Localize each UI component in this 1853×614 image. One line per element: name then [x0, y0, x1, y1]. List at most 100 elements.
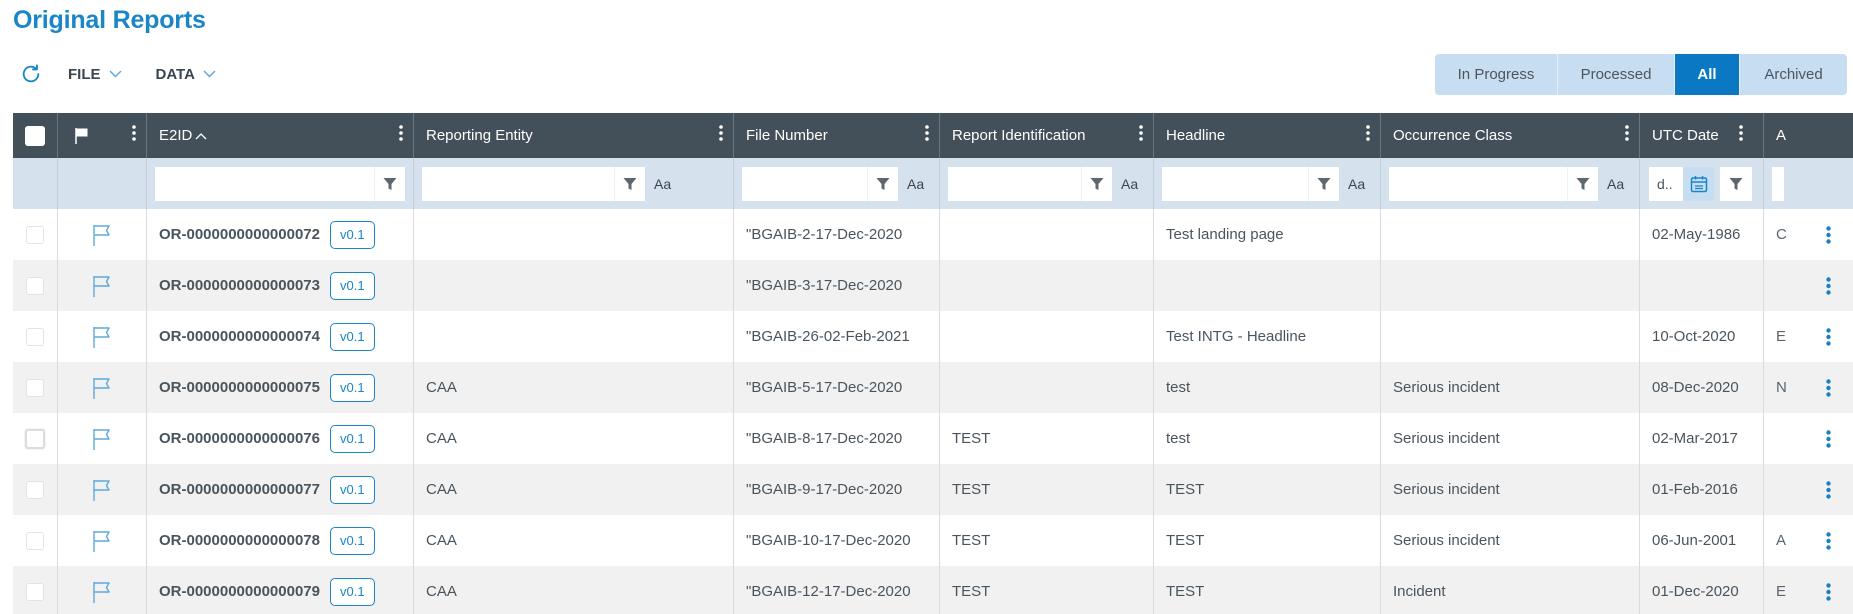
headline-filter-input[interactable] [1162, 166, 1308, 201]
report-identification-filter-button[interactable] [1081, 166, 1112, 201]
e2id-filter-input[interactable] [155, 166, 374, 201]
row-checkbox[interactable] [26, 378, 44, 397]
table-row[interactable]: OR-0000000000000072 v0.1 "BGAIB-2-17-Dec… [13, 209, 1853, 260]
e2id-link[interactable]: OR-0000000000000078 [159, 532, 320, 549]
tab-processed[interactable]: Processed [1558, 54, 1675, 95]
row-actions-button[interactable] [1803, 311, 1853, 362]
headline-filter-button[interactable] [1308, 166, 1339, 201]
a-filter-input[interactable] [1772, 166, 1784, 201]
column-header-headline[interactable]: Headline [1154, 113, 1381, 158]
column-menu-icon[interactable] [719, 125, 723, 145]
row-actions-button[interactable] [1803, 464, 1853, 515]
version-badge[interactable]: v0.1 [329, 526, 375, 555]
column-menu-icon[interactable] [1366, 125, 1370, 145]
file-number-filter-input[interactable] [742, 166, 867, 201]
column-menu-icon[interactable] [399, 125, 403, 145]
table-row[interactable]: OR-0000000000000079 v0.1 CAA "BGAIB-12-1… [13, 566, 1853, 614]
table-row[interactable]: OR-0000000000000077 v0.1 CAA "BGAIB-9-17… [13, 464, 1853, 515]
row-checkbox[interactable] [26, 225, 44, 244]
table-row[interactable]: OR-0000000000000074 v0.1 "BGAIB-26-02-Fe… [13, 311, 1853, 362]
file-number-filter-button[interactable] [867, 166, 898, 201]
tab-all[interactable]: All [1675, 54, 1740, 95]
e2id-filter-button[interactable] [374, 166, 405, 201]
case-sensitive-toggle[interactable]: Aa [1607, 176, 1624, 192]
column-header-reporting-entity[interactable]: Reporting Entity [414, 113, 734, 158]
e2id-link[interactable]: OR-0000000000000074 [159, 328, 320, 345]
row-actions-button[interactable] [1803, 413, 1853, 464]
e2id-link[interactable]: OR-0000000000000077 [159, 481, 320, 498]
flag-icon[interactable] [91, 274, 113, 298]
case-sensitive-toggle[interactable]: Aa [1121, 176, 1138, 192]
utc-date-filter-button[interactable] [1720, 166, 1752, 201]
data-menu-button[interactable]: DATA [156, 66, 216, 83]
occurrence-class-filter-input[interactable] [1389, 166, 1567, 201]
case-sensitive-toggle[interactable]: Aa [1348, 176, 1365, 192]
flag-icon[interactable] [91, 478, 113, 502]
column-menu-icon[interactable] [1625, 125, 1629, 145]
version-badge[interactable]: v0.1 [329, 475, 375, 504]
e2id-link[interactable]: OR-0000000000000076 [159, 430, 320, 447]
reporting-entity-filter-input[interactable] [422, 166, 614, 201]
row-checkbox[interactable] [26, 276, 44, 295]
reports-grid: E2ID Reporting Entity File Number Report… [13, 113, 1853, 614]
flag-icon[interactable] [91, 580, 113, 604]
row-headline-cell: Test INTG - Headline [1154, 311, 1381, 362]
column-header-e2id[interactable]: E2ID [147, 113, 414, 158]
e2id-link[interactable]: OR-0000000000000072 [159, 226, 320, 243]
column-menu-icon[interactable] [1739, 125, 1743, 145]
select-all-checkbox[interactable] [25, 125, 45, 146]
table-row[interactable]: OR-0000000000000078 v0.1 CAA "BGAIB-10-1… [13, 515, 1853, 566]
report-identification-filter-input[interactable] [948, 166, 1081, 201]
column-header-file-number[interactable]: File Number [734, 113, 940, 158]
row-checkbox[interactable] [26, 327, 44, 346]
utc-date-filter-input[interactable]: d.. [1649, 166, 1683, 201]
occurrence-class-filter-button[interactable] [1567, 166, 1598, 201]
column-menu-icon[interactable] [1139, 125, 1143, 145]
table-row[interactable]: OR-0000000000000075 v0.1 CAA "BGAIB-5-17… [13, 362, 1853, 413]
flag-icon[interactable] [91, 529, 113, 553]
e2id-link[interactable]: OR-0000000000000073 [159, 277, 320, 294]
reporting-entity-filter-button[interactable] [614, 166, 645, 201]
version-badge[interactable]: v0.1 [329, 424, 375, 453]
row-checkbox[interactable] [26, 531, 44, 550]
column-menu-icon[interactable] [132, 125, 136, 145]
flag-icon[interactable] [91, 427, 113, 451]
case-sensitive-toggle[interactable]: Aa [907, 176, 924, 192]
row-report-identification-cell [940, 311, 1154, 362]
tab-archived[interactable]: Archived [1740, 54, 1847, 95]
row-actions-button[interactable] [1803, 209, 1853, 260]
row-actions-button[interactable] [1803, 515, 1853, 566]
row-checkbox[interactable] [26, 582, 44, 601]
flag-icon[interactable] [91, 325, 113, 349]
row-actions-button[interactable] [1803, 566, 1853, 614]
row-actions-button[interactable] [1803, 260, 1853, 311]
row-a-cell [1764, 413, 1853, 464]
e2id-link[interactable]: OR-0000000000000075 [159, 379, 320, 396]
column-header-occurrence-class[interactable]: Occurrence Class [1381, 113, 1640, 158]
version-badge[interactable]: v0.1 [329, 220, 375, 249]
flag-icon[interactable] [91, 376, 113, 400]
version-badge[interactable]: v0.1 [329, 322, 375, 351]
row-select-cell [13, 515, 58, 566]
row-checkbox[interactable] [26, 480, 44, 499]
version-badge[interactable]: v0.1 [329, 577, 375, 606]
column-header-report-identification[interactable]: Report Identification [940, 113, 1154, 158]
column-header-utc-date[interactable]: UTC Date [1640, 113, 1764, 158]
version-badge[interactable]: v0.1 [329, 271, 375, 300]
table-row[interactable]: OR-0000000000000076 v0.1 CAA "BGAIB-8-17… [13, 413, 1853, 464]
column-header-a[interactable]: A [1764, 113, 1853, 158]
version-badge[interactable]: v0.1 [329, 373, 375, 402]
row-checkbox[interactable] [25, 428, 45, 449]
file-menu-button[interactable]: FILE [68, 66, 122, 83]
header-select-all-cell [13, 113, 58, 158]
table-row[interactable]: OR-0000000000000073 v0.1 "BGAIB-3-17-Dec… [13, 260, 1853, 311]
row-actions-button[interactable] [1803, 362, 1853, 413]
column-menu-icon[interactable] [925, 125, 929, 145]
case-sensitive-toggle[interactable]: Aa [654, 176, 671, 192]
e2id-link[interactable]: OR-0000000000000079 [159, 583, 320, 600]
date-picker-button[interactable] [1683, 166, 1714, 201]
row-select-cell [13, 311, 58, 362]
tab-in-progress[interactable]: In Progress [1435, 54, 1558, 95]
flag-icon[interactable] [91, 223, 113, 247]
refresh-button[interactable] [18, 61, 44, 87]
